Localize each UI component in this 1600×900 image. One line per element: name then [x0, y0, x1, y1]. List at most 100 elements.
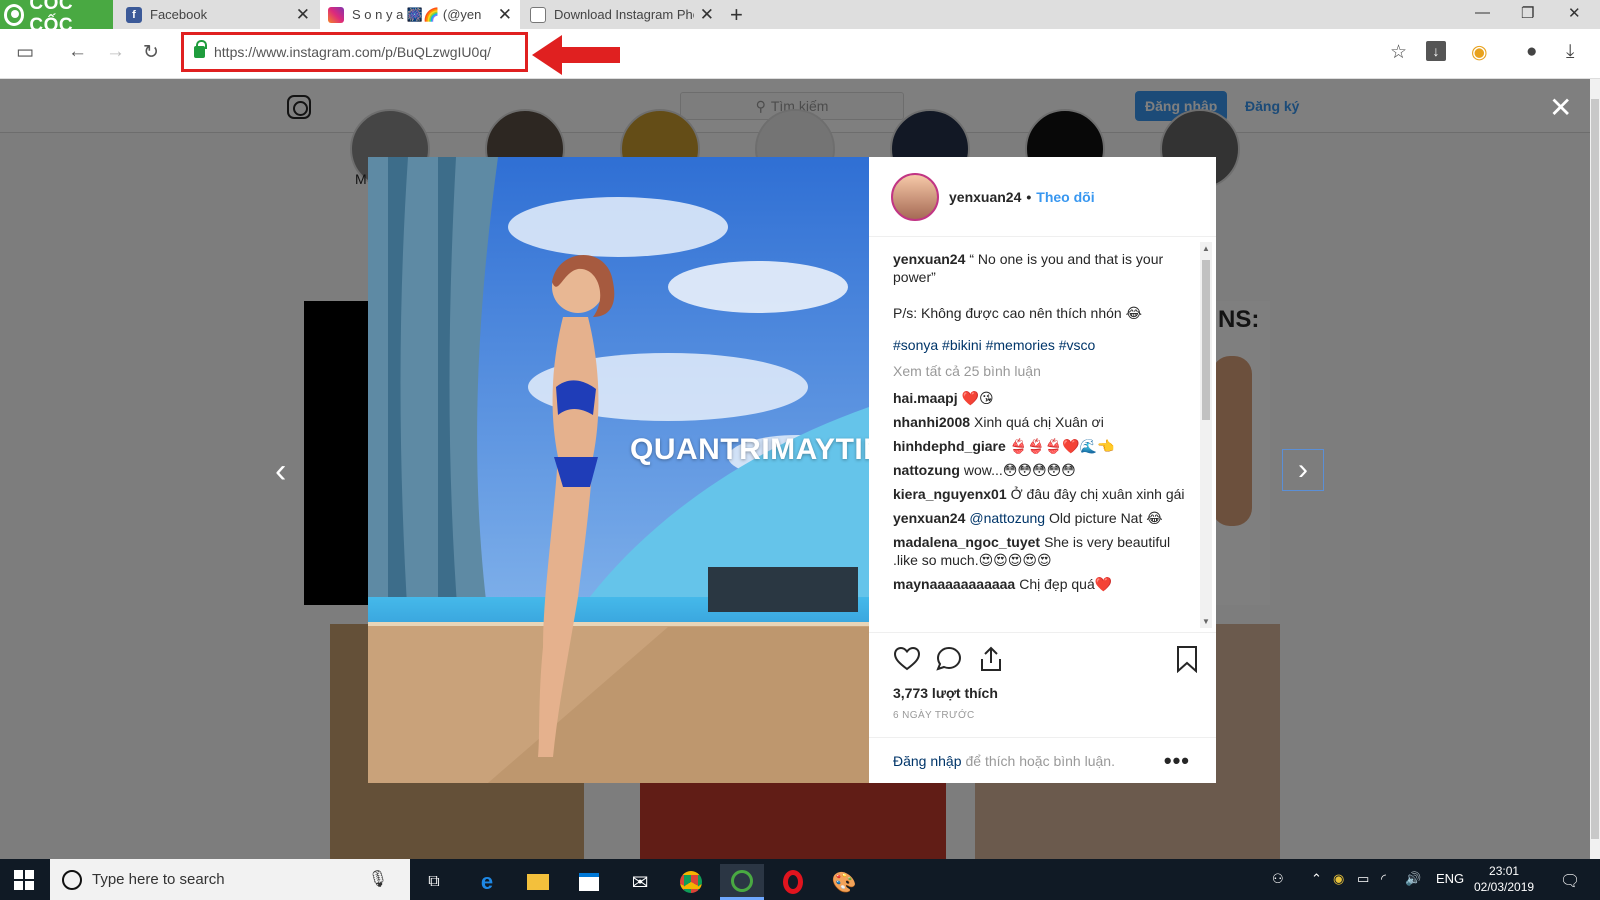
comment-username[interactable]: hai.maapj [893, 390, 958, 406]
bookmark-icon[interactable] [1175, 645, 1199, 673]
mail-icon[interactable]: ✉ [618, 864, 662, 900]
close-window-icon[interactable]: ✕ [1568, 4, 1581, 22]
list-item: hai.maapj ❤️😘 [893, 389, 1185, 407]
language-indicator[interactable]: ENG [1436, 871, 1464, 886]
watermark-text: QUANTRIMAYTINH.COM [630, 433, 869, 466]
close-tab-icon[interactable]: ✕ [296, 5, 310, 25]
comments-list: yenxuan24 “ No one is you and that is you… [893, 250, 1185, 632]
url-text: https://www.instagram.com/p/BuQLzwgIU0q/ [214, 44, 491, 60]
windows-taskbar: Type here to search 🎙 ⧉ e ✉ 🎨 ⚇ ⌃ ◉ ▭ ◜ … [0, 859, 1600, 900]
scrollbar-thumb[interactable] [1202, 260, 1210, 420]
comments-scrollbar[interactable]: ▲ ▼ [1200, 242, 1212, 628]
back-icon[interactable]: ← [68, 41, 87, 63]
post-photo[interactable]: QUANTRIMAYTINH.COM [368, 157, 869, 783]
more-options-icon[interactable]: ••• [1164, 748, 1190, 774]
comment-username[interactable]: yenxuan24 [893, 510, 965, 526]
notifications-icon[interactable]: 🗨 [1560, 871, 1580, 891]
view-all-comments-link[interactable]: Xem tất cả 25 bình luận [893, 362, 1185, 380]
wifi-icon[interactable]: ◜ [1381, 871, 1386, 887]
scroll-up-icon[interactable]: ▲ [1202, 244, 1210, 253]
opera-icon[interactable] [771, 864, 815, 900]
tab-facebook[interactable]: f Facebook ✕ [118, 0, 318, 29]
store-icon[interactable] [567, 864, 611, 900]
lock-icon [194, 40, 207, 58]
tab-label: Download Instagram Phot [554, 7, 694, 22]
scroll-down-icon[interactable]: ▼ [1202, 617, 1210, 626]
separator-dot: • [1026, 188, 1032, 205]
post-actions: 3,773 lượt thích 6 NGÀY TRƯỚC [869, 632, 1216, 721]
microphone-icon[interactable]: 🎙 [368, 869, 388, 889]
cortana-icon [62, 869, 82, 890]
list-item: nattozung wow...😳😳😳😳😳 [893, 461, 1185, 479]
show-hidden-icons[interactable]: ⌃ [1311, 871, 1322, 887]
comment-username[interactable]: kiera_nguyenx01 [893, 486, 1007, 502]
share-icon[interactable] [977, 645, 1005, 673]
close-tab-icon[interactable]: ✕ [498, 5, 512, 25]
tab-label: S o n y a 🎆🌈 (@yen [352, 6, 482, 22]
comment-username[interactable]: hinhdephd_giare [893, 438, 1006, 454]
coccoc-brand[interactable]: CỐC CỐC [0, 0, 113, 36]
list-item: madalena_ngoc_tuyet She is very beautiful… [893, 533, 1185, 569]
browser-toolbar: ▭ ← → ↻ https://www.instagram.com/p/BuQL… [0, 29, 1600, 79]
login-link[interactable]: Đăng nhập [893, 753, 962, 769]
comment-username[interactable]: nhanhi2008 [893, 414, 970, 430]
reload-icon[interactable]: ↻ [143, 41, 159, 64]
tab-instagram-post[interactable]: S o n y a 🎆🌈 (@yen ✕ [320, 0, 520, 29]
taskbar-search-input[interactable]: Type here to search 🎙 [50, 859, 410, 900]
avatar[interactable] [891, 172, 939, 221]
close-tab-icon[interactable]: ✕ [700, 5, 714, 25]
comment-text: Chị đẹp quá❤️ [1019, 576, 1113, 592]
comment-username[interactable]: yenxuan24 [893, 251, 965, 267]
comment-username[interactable]: nattozung [893, 462, 960, 478]
comment-username[interactable]: madalena_ngoc_tuyet [893, 534, 1040, 550]
instagram-icon [328, 6, 344, 23]
clock-date: 02/03/2019 [1474, 880, 1535, 894]
paint-icon[interactable]: 🎨 [822, 864, 866, 900]
page-scrollbar[interactable] [1590, 79, 1600, 859]
taskbar-clock[interactable]: 23:01 02/03/2019 [1474, 863, 1534, 895]
post-image [368, 157, 869, 783]
previous-post-icon[interactable]: ‹ [275, 452, 286, 491]
login-prompt-text: để thích hoặc bình luận. [965, 752, 1115, 769]
restore-icon[interactable]: ❐ [1521, 4, 1534, 22]
close-modal-icon[interactable]: ✕ [1549, 91, 1572, 124]
windows-start-icon[interactable] [14, 870, 34, 890]
next-post-icon[interactable]: › [1282, 449, 1324, 491]
follow-button[interactable]: Theo dõi [1036, 189, 1094, 205]
comment-mention[interactable]: @nattozung [969, 510, 1045, 526]
new-tab-button[interactable]: + [730, 2, 743, 28]
comment-text: Old picture Nat 😂 [1048, 510, 1163, 526]
comment-text: 👙👙👙❤️🌊👈 [1009, 438, 1115, 454]
heart-icon[interactable] [893, 645, 921, 673]
people-icon[interactable]: ⚇ [1272, 871, 1284, 887]
post-username[interactable]: yenxuan24 [949, 189, 1021, 205]
download-media-icon[interactable]: ↓ [1426, 41, 1446, 61]
post-sidebar: yenxuan24 • Theo dõi yenxuan24 “ No one i… [869, 157, 1216, 783]
task-view-icon[interactable]: ⧉ [412, 864, 456, 900]
extension-icon[interactable]: ◉ [1471, 41, 1488, 64]
scrollbar-thumb[interactable] [1591, 99, 1599, 839]
comment-username[interactable]: maynaaaaaaaaaaa [893, 576, 1015, 592]
tab-download-instagram[interactable]: Download Instagram Phot ✕ [522, 0, 722, 29]
profile-icon[interactable]: ● [1526, 41, 1537, 63]
hashtags[interactable]: #sonya #bikini #memories #vsco [893, 336, 1185, 354]
bookmark-star-icon[interactable]: ☆ [1390, 41, 1407, 64]
clock-time: 23:01 [1489, 864, 1520, 878]
list-item: hinhdephd_giare 👙👙👙❤️🌊👈 [893, 437, 1185, 455]
address-bar[interactable]: https://www.instagram.com/p/BuQLzwgIU0q/ [181, 32, 528, 72]
coccoc-taskbar-icon[interactable] [720, 864, 764, 900]
like-count[interactable]: 3,773 lượt thích [893, 685, 998, 701]
edge-icon[interactable]: e [465, 864, 509, 900]
forward-icon[interactable]: → [106, 41, 125, 63]
battery-icon[interactable]: ▭ [1357, 871, 1369, 887]
downloads-icon[interactable]: ⤓ [1566, 41, 1574, 63]
volume-icon[interactable]: 🔊 [1405, 871, 1421, 887]
tray-app-icon[interactable]: ◉ [1333, 871, 1344, 887]
minimize-icon[interactable]: — [1475, 4, 1490, 21]
sidebar-toggle-icon[interactable]: ▭ [16, 41, 34, 64]
file-explorer-icon[interactable] [516, 864, 560, 900]
list-item: maynaaaaaaaaaaa Chị đẹp quá❤️ [893, 575, 1185, 593]
chrome-icon[interactable] [669, 864, 713, 900]
tab-label: Facebook [150, 7, 208, 22]
comment-icon[interactable] [935, 645, 963, 673]
